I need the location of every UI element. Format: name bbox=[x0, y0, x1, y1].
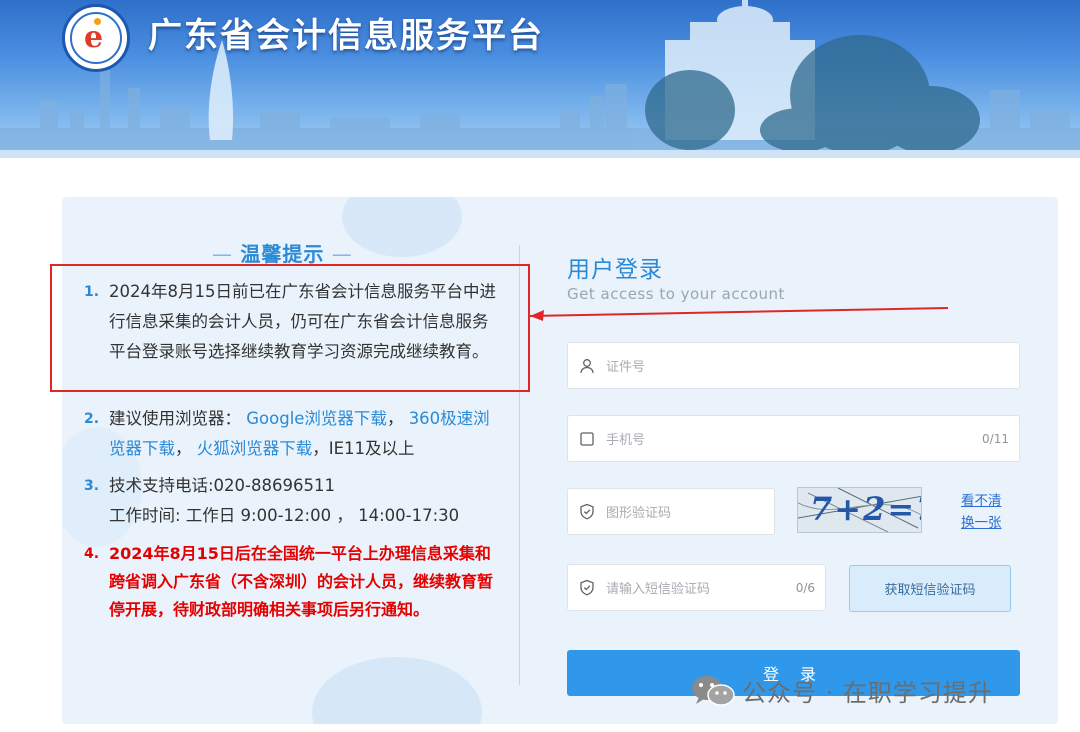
phone-input[interactable]: 手机号 0/11 bbox=[567, 415, 1020, 462]
captcha-placeholder: 图形验证码 bbox=[606, 506, 672, 521]
header-banner: e 广东省会计信息服务平台 bbox=[0, 0, 1080, 158]
shield-icon bbox=[568, 503, 606, 520]
google-download-link[interactable]: Google浏览器下载 bbox=[246, 409, 387, 428]
wechat-icon bbox=[692, 675, 735, 706]
browser-hint-label: 建议使用浏览器： bbox=[109, 409, 241, 428]
captcha-input[interactable]: 图形验证码 bbox=[567, 488, 775, 535]
ring-e-logo-icon: e bbox=[70, 12, 122, 64]
working-hours-text: 工作时间: 工作日 9:00-12:00 ， 14:00-17:30 bbox=[109, 506, 460, 525]
notice-item-2: 2. 建议使用浏览器： Google浏览器下载， 360极速浏览器下载， 火狐浏… bbox=[84, 404, 504, 464]
background-decoration bbox=[342, 197, 462, 257]
support-phone-text: 技术支持电话:020-88696511 bbox=[109, 476, 335, 495]
captcha-image[interactable]: 7+2=? bbox=[797, 487, 922, 533]
watermark-text: 公众号 · 在职学习提升 bbox=[742, 679, 993, 707]
notice-heading-text: 温馨提示 bbox=[240, 242, 325, 266]
phone-char-counter: 0/11 bbox=[982, 431, 1009, 446]
notice-number: 4. bbox=[84, 546, 100, 562]
annotation-arrow bbox=[529, 307, 948, 321]
notice-item-3: 3. 技术支持电话:020-88696511 工作时间: 工作日 9:00-12… bbox=[84, 471, 504, 531]
id-number-placeholder: 证件号 bbox=[606, 360, 646, 375]
notice-heading: — 温馨提示 — bbox=[212, 242, 353, 266]
sms-code-placeholder: 请输入短信验证码 bbox=[606, 582, 711, 597]
logo-dot bbox=[94, 18, 101, 25]
site-title: 广东省会计信息服务平台 bbox=[148, 16, 544, 56]
sms-code-input[interactable]: 请输入短信验证码 0/6 bbox=[567, 564, 826, 611]
captcha-text: 7+2=? bbox=[810, 490, 921, 528]
annotation-highlight-box bbox=[50, 264, 530, 392]
refresh-captcha-line1: 看不清 bbox=[961, 493, 1002, 509]
logo-letter-e: e bbox=[84, 20, 104, 55]
notice-text: 建议使用浏览器： Google浏览器下载， 360极速浏览器下载， 火狐浏览器下… bbox=[109, 409, 490, 458]
background-decoration bbox=[312, 657, 482, 724]
user-icon bbox=[568, 358, 606, 374]
notice-number: 3. bbox=[84, 478, 100, 494]
phone-icon bbox=[568, 431, 606, 447]
notice-warning-text: 2024年8月15日后在全国统一平台上办理信息采集和跨省调入广东省（不含深圳）的… bbox=[109, 544, 494, 619]
notice-item-4: 4. 2024年8月15日后在全国统一平台上办理信息采集和跨省调入广东省（不含深… bbox=[84, 540, 504, 624]
firefox-download-link[interactable]: 火狐浏览器下载 bbox=[197, 439, 313, 458]
get-sms-code-button[interactable]: 获取短信验证码 bbox=[849, 565, 1011, 612]
notice-number: 2. bbox=[84, 411, 100, 427]
id-number-input[interactable]: 证件号 bbox=[567, 342, 1020, 389]
wechat-watermark: 公众号 · 在职学习提升 bbox=[690, 673, 993, 708]
ie-hint-text: IE11及以上 bbox=[328, 439, 415, 458]
notice-text: 技术支持电话:020-88696511 工作时间: 工作日 9:00-12:00… bbox=[109, 471, 504, 531]
refresh-captcha-line2: 换一张 bbox=[961, 515, 1002, 531]
sms-char-counter: 0/6 bbox=[795, 580, 815, 595]
phone-placeholder: 手机号 bbox=[606, 433, 646, 448]
refresh-captcha-link[interactable]: 看不清 换一张 bbox=[961, 490, 1002, 534]
login-title: 用户登录 bbox=[567, 257, 663, 283]
shield-icon bbox=[568, 579, 606, 596]
site-logo: e bbox=[62, 4, 130, 72]
